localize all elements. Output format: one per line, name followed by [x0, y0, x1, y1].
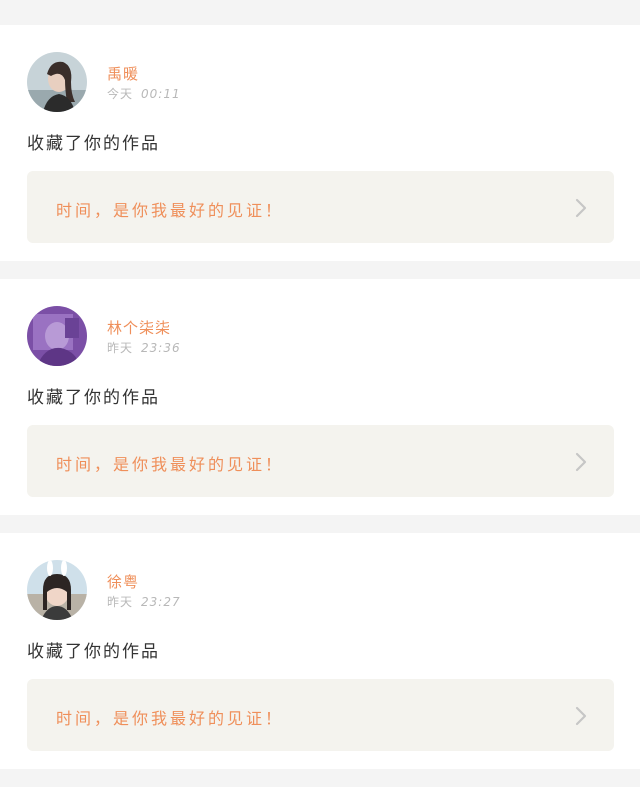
- username[interactable]: 禹暖: [107, 63, 139, 84]
- activity-description: 收藏了你的作品: [27, 642, 160, 662]
- timestamp-day: 昨天: [107, 341, 134, 355]
- chevron-right-icon: [575, 198, 587, 218]
- avatar-photo-icon: [27, 560, 87, 620]
- work-link-card[interactable]: 时间，是你我最好的见证！: [27, 679, 614, 751]
- timestamp-time: 23:27: [141, 595, 181, 609]
- avatar-photo-icon: [27, 52, 87, 112]
- work-title: 时间，是你我最好的见证！: [56, 455, 285, 474]
- timestamp: 昨天 23:27: [107, 593, 181, 610]
- notification-feed: 禹暖 今天 00:11 收藏了你的作品 时间，是你我最好的见证！ 林个柒柒 昨天 2…: [0, 0, 640, 787]
- activity-description: 收藏了你的作品: [27, 134, 160, 154]
- username[interactable]: 林个柒柒: [107, 317, 171, 338]
- activity-description: 收藏了你的作品: [27, 388, 160, 408]
- notification-card: 禹暖 今天 00:11 收藏了你的作品 时间，是你我最好的见证！: [0, 25, 640, 261]
- notification-card: 徐粤 昨天 23:27 收藏了你的作品 时间，是你我最好的见证！: [0, 533, 640, 769]
- work-link-card[interactable]: 时间，是你我最好的见证！: [27, 171, 614, 243]
- user-avatar[interactable]: [27, 52, 87, 112]
- chevron-right-icon: [575, 452, 587, 472]
- timestamp-time: 00:11: [141, 87, 181, 101]
- work-title: 时间，是你我最好的见证！: [56, 709, 285, 728]
- timestamp-day: 昨天: [107, 595, 134, 609]
- timestamp-day: 今天: [107, 87, 134, 101]
- timestamp: 今天 00:11: [107, 85, 181, 102]
- timestamp: 昨天 23:36: [107, 339, 181, 356]
- timestamp-time: 23:36: [141, 341, 181, 355]
- avatar-photo-icon: [27, 306, 87, 366]
- username[interactable]: 徐粤: [107, 571, 139, 592]
- notification-card: 林个柒柒 昨天 23:36 收藏了你的作品 时间，是你我最好的见证！: [0, 279, 640, 515]
- work-title: 时间，是你我最好的见证！: [56, 201, 285, 220]
- user-avatar[interactable]: [27, 306, 87, 366]
- chevron-right-icon: [575, 706, 587, 726]
- user-avatar[interactable]: [27, 560, 87, 620]
- work-link-card[interactable]: 时间，是你我最好的见证！: [27, 425, 614, 497]
